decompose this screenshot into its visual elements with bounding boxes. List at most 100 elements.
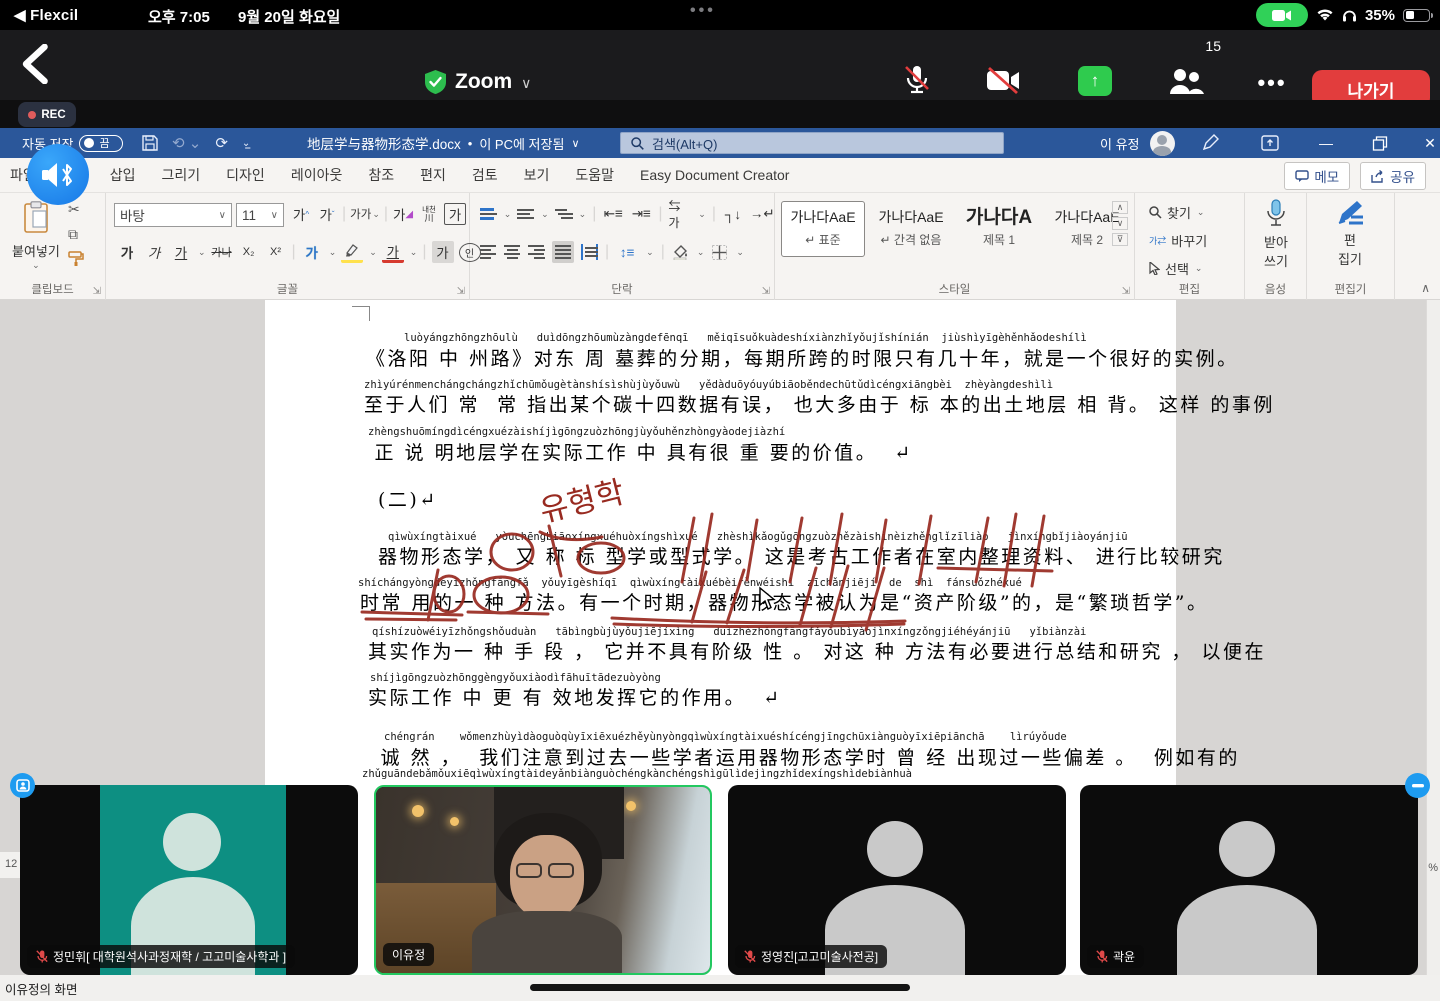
clock: 오후 7:05 (148, 6, 210, 27)
tab-references[interactable]: 참조 (355, 165, 407, 185)
hide-videos-button[interactable] (1405, 773, 1430, 798)
align-center-button[interactable] (504, 242, 521, 262)
collapse-ribbon-icon[interactable]: ∧ (1421, 281, 1430, 295)
multitask-dots-icon[interactable]: ••• (690, 2, 716, 20)
underline-button[interactable]: 가 (170, 241, 192, 263)
mic-muted-icon (903, 64, 931, 96)
camera-active-pill-icon[interactable] (1256, 3, 1308, 27)
restore-button[interactable] (1365, 136, 1395, 151)
subscript-button[interactable]: X₂ (238, 241, 260, 263)
search-input[interactable]: 검색(Alt+Q) (620, 132, 1004, 154)
tab-easy-document-creator[interactable]: Easy Document Creator (627, 167, 802, 183)
bold-button[interactable]: 가 (116, 241, 138, 263)
paragraph-dialog-launcher-icon[interactable]: ⇲ (762, 286, 770, 297)
italic-button[interactable]: 가 (143, 241, 165, 263)
superscript-button[interactable]: X² (265, 241, 287, 263)
font-group: 바탕∨ 11∨ 가^ 가ˇ | 가가⌄ | 가◢ 내천川 가 가 가 가⌄ 가나… (106, 193, 470, 300)
highlight-button[interactable] (341, 241, 363, 263)
meeting-title[interactable]: Zoom ∨ (425, 70, 531, 94)
tab-draw[interactable]: 그리기 (149, 165, 214, 185)
clipboard-icon (23, 201, 49, 233)
autosave-toggle[interactable]: 끔 (79, 135, 123, 152)
participant-tile-2-active-speaker[interactable]: 이유정 (374, 785, 712, 975)
dictate-button[interactable]: 받아쓰기 (1253, 199, 1299, 270)
tab-insert[interactable]: 삽입 (97, 165, 149, 185)
style-no-spacing[interactable]: 가나다AaE ↵ 간격 없음 (869, 201, 953, 257)
ribbon-display-icon[interactable] (1255, 135, 1285, 151)
line-spacing-button[interactable]: ↕≡ (616, 241, 638, 263)
character-border-button[interactable]: 가 (444, 203, 466, 225)
tab-review[interactable]: 검토 (459, 165, 511, 185)
gallery-view-toggle-button[interactable] (10, 773, 35, 798)
back-chevron-icon[interactable] (18, 44, 54, 84)
cut-icon[interactable]: ✂ (68, 201, 84, 218)
text-effects-button[interactable]: 가 (301, 241, 323, 263)
clear-formatting-button[interactable]: 가◢ (392, 203, 414, 225)
user-avatar[interactable] (1150, 131, 1175, 156)
home-indicator[interactable] (530, 984, 910, 991)
phonetic-guide-button[interactable]: 내천川 (418, 203, 440, 225)
borders-icon[interactable] (711, 244, 728, 261)
paste-caret-icon: ⌄ (12, 260, 60, 271)
quick-access-caret-icon[interactable]: ⌄̲ (242, 138, 250, 149)
chevron-down-icon: ∨ (271, 210, 278, 221)
distribute-button[interactable] (581, 244, 598, 260)
font-size-select[interactable]: 11∨ (236, 203, 284, 227)
styles-scroll-up-icon[interactable]: ∧ (1112, 201, 1128, 214)
replace-button[interactable]: 가⇄ 바꾸기 (1149, 229, 1207, 251)
strikethrough-button[interactable]: 가나 (211, 241, 233, 263)
font-color-button[interactable]: 가 (382, 241, 404, 263)
tab-help[interactable]: 도움말 (562, 165, 627, 185)
decrease-indent-button[interactable]: ⇤≡ (602, 203, 624, 225)
redo-icon[interactable]: ⟳ (215, 134, 228, 152)
style-normal[interactable]: 가나다AaE ↵ 표준 (781, 201, 865, 257)
document-title[interactable]: 地层学与器物形态学.docx • 이 PC에 저장됨 ∨ (307, 128, 580, 158)
share-document-button[interactable]: 공유 (1360, 162, 1426, 190)
select-button[interactable]: 선택⌄ (1149, 257, 1207, 279)
align-left-button[interactable] (480, 242, 497, 262)
tab-design[interactable]: 디자인 (213, 165, 278, 185)
character-shading-button[interactable]: 가 (432, 241, 454, 263)
copy-icon[interactable]: ⧉ (68, 226, 84, 243)
participant-tile-4[interactable]: 곽윤 (1080, 785, 1418, 975)
comments-button[interactable]: 메모 (1284, 162, 1350, 190)
font-name-select[interactable]: 바탕∨ (114, 203, 232, 227)
bullets-button[interactable] (480, 205, 497, 224)
format-painter-icon[interactable] (68, 251, 84, 266)
find-button[interactable]: 찾기⌄ (1149, 201, 1207, 223)
font-dialog-launcher-icon[interactable]: ⇲ (457, 286, 465, 297)
tab-layout[interactable]: 레이아웃 (278, 165, 356, 185)
tab-mailings[interactable]: 편지 (407, 165, 459, 185)
editor-button[interactable]: 편집기 (1327, 199, 1373, 268)
change-case-button[interactable]: 가가⌄ (350, 203, 380, 225)
participant-tile-1[interactable]: 정민휘[ 대학원석사과정재학 / 고고미술사학과 ] (20, 785, 358, 975)
undo-icon[interactable]: ⟲ ⌄ (172, 134, 201, 152)
draw-pen-icon[interactable] (1195, 134, 1225, 152)
paste-button[interactable]: 붙여넣기 ⌄ (12, 201, 60, 271)
numbering-button[interactable] (517, 206, 534, 222)
increase-indent-button[interactable]: ⇥≡ (630, 203, 652, 225)
audio-bluetooth-fab[interactable] (27, 144, 89, 205)
tab-view[interactable]: 보기 (511, 165, 563, 185)
multilevel-list-button[interactable] (555, 206, 572, 222)
grow-font-button[interactable]: 가^ (290, 203, 312, 225)
show-formatting-marks-button[interactable]: →↵ (750, 203, 775, 225)
align-right-button[interactable] (528, 242, 545, 262)
close-button[interactable]: ✕ (1415, 135, 1440, 152)
word-zoom-fragment: % (1428, 862, 1438, 874)
styles-scroll-down-icon[interactable]: ∨ (1112, 217, 1128, 230)
shading-bucket-icon[interactable] (672, 244, 689, 260)
participant-tile-3[interactable]: 정영진[고고미술사전공] (728, 785, 1066, 975)
style-heading1[interactable]: 가나다A 제목 1 (957, 201, 1041, 257)
chevron-down-icon: ∨ (219, 210, 226, 221)
save-icon[interactable] (142, 135, 158, 151)
styles-dialog-launcher-icon[interactable]: ⇲ (1122, 286, 1130, 297)
clipboard-dialog-launcher-icon[interactable]: ⇲ (93, 286, 101, 297)
sort-button[interactable]: ┐↓ (722, 203, 744, 225)
justify-button[interactable] (552, 241, 574, 263)
minimize-button[interactable]: — (1311, 135, 1341, 151)
back-to-app-link[interactable]: ◀ Flexcil (14, 6, 78, 24)
styles-gallery-expand-icon[interactable]: ⊽ (1112, 233, 1128, 246)
shrink-font-button[interactable]: 가ˇ (316, 203, 338, 225)
asian-layout-button[interactable]: ⇆가 (669, 203, 692, 225)
